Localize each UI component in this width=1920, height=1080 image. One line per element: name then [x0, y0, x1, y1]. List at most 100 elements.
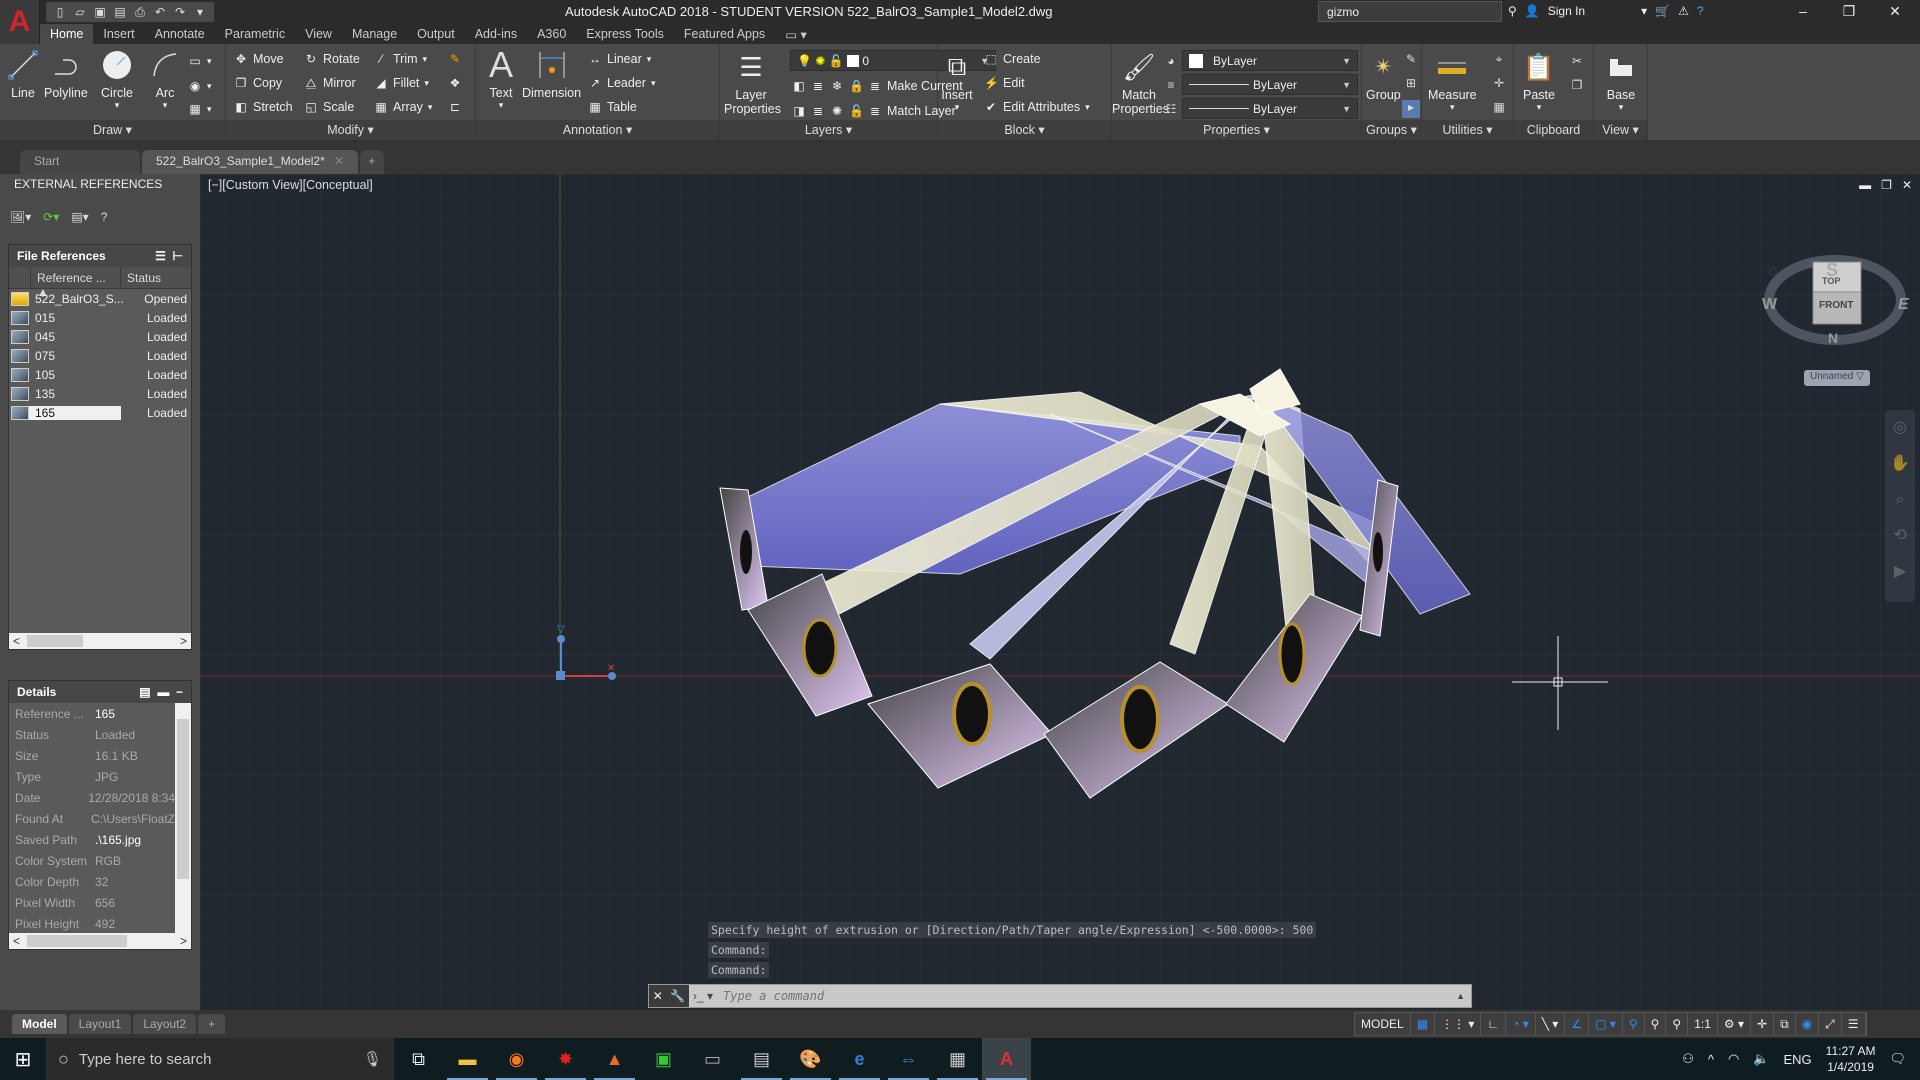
- layer-lock-icon[interactable]: 🔒: [849, 79, 864, 93]
- monitor-icon[interactable]: ▦: [933, 1038, 982, 1080]
- view-panel-title[interactable]: View ▾: [1594, 120, 1647, 140]
- doc-tab-start[interactable]: Start: [20, 150, 140, 174]
- teamviewer-icon[interactable]: ⇔: [884, 1038, 933, 1080]
- model-space-button[interactable]: MODEL: [1355, 1013, 1411, 1035]
- object-snap-icon[interactable]: ▢ ▾: [1589, 1013, 1623, 1035]
- lineweight-dropdown[interactable]: ByLayer ▼: [1182, 74, 1358, 95]
- ribbon-tab-insert[interactable]: Insert: [93, 24, 144, 44]
- snap-icon[interactable]: ⋮⋮ ▾: [1435, 1013, 1482, 1035]
- firefox-icon[interactable]: ◉: [492, 1038, 541, 1080]
- line-button[interactable]: Line: [6, 48, 40, 100]
- open-icon[interactable]: ▱: [72, 5, 88, 19]
- paint-icon[interactable]: 🎨: [786, 1038, 835, 1080]
- trim-button[interactable]: ⁄ Trim ▾: [374, 52, 427, 66]
- volume-icon[interactable]: 🔈: [1753, 1051, 1769, 1067]
- refresh-icon[interactable]: ⟳▾: [43, 210, 59, 224]
- cmd-icon[interactable]: ▤: [737, 1038, 786, 1080]
- table-button[interactable]: ▦ Table: [588, 100, 637, 114]
- new-layout-button[interactable]: +: [198, 1014, 226, 1034]
- hatch-button[interactable]: ◉ ▾: [188, 79, 212, 93]
- task-view-icon[interactable]: ⧉: [394, 1038, 443, 1080]
- ortho-icon[interactable]: ∟: [1481, 1013, 1507, 1035]
- terminal-icon[interactable]: ▭: [688, 1038, 737, 1080]
- horizontal-scrollbar[interactable]: < >: [9, 633, 191, 649]
- file-reference-row[interactable]: 135 Loaded: [9, 384, 191, 403]
- layout-tab-model[interactable]: Model: [12, 1014, 67, 1034]
- file-reference-row[interactable]: 105 Loaded: [9, 365, 191, 384]
- id-point-icon[interactable]: ✛: [1492, 76, 1506, 90]
- group-edit-icon[interactable]: ⊞: [1404, 76, 1418, 90]
- properties-panel-title[interactable]: Properties ▾: [1112, 120, 1361, 140]
- file-reference-row[interactable]: 045 Loaded: [9, 327, 191, 346]
- file-reference-row[interactable]: 522_BalrO3_S... Opened: [9, 289, 191, 308]
- plot-icon[interactable]: ⎙: [132, 5, 148, 19]
- leader-button[interactable]: ↗ Leader ▾: [588, 76, 656, 90]
- edit-block-button[interactable]: ⚡ Edit: [984, 76, 1025, 90]
- layer-on-all-icon[interactable]: ◨: [792, 104, 806, 118]
- column-header-reference[interactable]: Reference ... ▲: [31, 267, 121, 299]
- annotation-panel-title[interactable]: Annotation ▾: [476, 120, 719, 140]
- viewport-minimize-button[interactable]: ▬: [1859, 178, 1871, 192]
- layout-tab-layout2[interactable]: Layout2: [133, 1014, 197, 1034]
- layer-thaw-all-icon[interactable]: ✺: [830, 104, 844, 118]
- save-icon[interactable]: ▣: [92, 5, 108, 19]
- close-command-line-icon[interactable]: ✕: [653, 989, 663, 1003]
- preview-icon[interactable]: ▬: [157, 685, 169, 699]
- workspace-gear-icon[interactable]: ⚙ ▾: [1718, 1013, 1752, 1035]
- utilities-panel-title[interactable]: Utilities ▾: [1422, 120, 1513, 140]
- linear-button[interactable]: ↔ Linear ▾: [588, 52, 651, 66]
- ribbon-tab-addins[interactable]: Add-ins: [465, 24, 527, 44]
- stretch-button[interactable]: ◧ Stretch: [234, 100, 292, 114]
- annotation-monitor-icon[interactable]: ✛: [1751, 1013, 1775, 1035]
- autodesk-exchange-icon[interactable]: ⚠: [1678, 4, 1689, 18]
- wifi-icon[interactable]: ◠: [1728, 1051, 1739, 1067]
- fillet-button[interactable]: ◢ Fillet ▾: [374, 76, 429, 90]
- sign-in-label[interactable]: Sign In: [1548, 4, 1585, 18]
- showmotion-icon[interactable]: ▶: [1885, 554, 1915, 590]
- offset-button[interactable]: ⊏: [448, 100, 462, 114]
- calculator-icon[interactable]: ▦: [1492, 100, 1506, 114]
- clipboard-panel-title[interactable]: Clipboard: [1514, 120, 1593, 140]
- boundary-button[interactable]: ▦ ▾: [188, 102, 211, 116]
- column-header-status[interactable]: Status: [121, 267, 167, 288]
- close-button[interactable]: ✕: [1872, 0, 1918, 24]
- block-panel-title[interactable]: Block ▾: [938, 120, 1111, 140]
- vertical-scrollbar[interactable]: [175, 703, 191, 933]
- ribbon-tab-output[interactable]: Output: [407, 24, 465, 44]
- ribbon-tab-express-tools[interactable]: Express Tools: [576, 24, 674, 44]
- microphone-icon[interactable]: 🎙: [363, 1050, 382, 1068]
- viewcube-north[interactable]: N: [1828, 330, 1838, 346]
- layout-tab-layout1[interactable]: Layout1: [68, 1014, 132, 1034]
- create-block-button[interactable]: ⬚ Create: [984, 52, 1040, 66]
- ribbon-tab-manage[interactable]: Manage: [342, 24, 407, 44]
- layer-freeze-icon[interactable]: ❄: [830, 79, 844, 93]
- viewcube-front-face[interactable]: FRONT: [1819, 300, 1853, 311]
- insert-button[interactable]: ⧉ Insert ▾: [940, 50, 974, 113]
- ribbon-tab-featured-apps[interactable]: Featured Apps: [674, 24, 775, 44]
- ribbon-tab-view[interactable]: View: [295, 24, 342, 44]
- zoom-extents-icon[interactable]: ⌕: [1885, 482, 1915, 518]
- text-button[interactable]: A Text ▾: [484, 44, 518, 111]
- action-center-icon[interactable]: 🗨: [1889, 1051, 1906, 1067]
- drawing-viewport[interactable]: ▽ ✕ [−][Custom View][Conceptual] ▬ ❐ ✕ S…: [200, 174, 1920, 1010]
- viewport-controls-label[interactable]: [−][Custom View][Conceptual]: [208, 178, 373, 192]
- layer-isolate-icon[interactable]: ≣: [811, 79, 825, 93]
- clock[interactable]: 11:27 AM 1/4/2019: [1826, 1043, 1876, 1075]
- edit-attributes-button[interactable]: ✔ Edit Attributes ▾: [984, 100, 1090, 114]
- grid-icon[interactable]: ▦: [1411, 1013, 1436, 1035]
- ribbon-tab-home[interactable]: Home: [40, 24, 94, 44]
- help-search-input[interactable]: [1318, 1, 1502, 22]
- layer-properties-button[interactable]: ☰ Layer Properties: [724, 50, 781, 117]
- chevron-down-icon[interactable]: ▾: [1641, 4, 1647, 18]
- edge-icon[interactable]: e: [835, 1038, 884, 1080]
- annotation-scale-dropdown[interactable]: 1:1: [1688, 1013, 1718, 1035]
- circle-button[interactable]: Circle ▾: [100, 48, 134, 111]
- layer-unisolate-icon[interactable]: ≣: [811, 104, 825, 118]
- rotate-button[interactable]: ↻ Rotate: [304, 52, 360, 66]
- isodraft-icon[interactable]: ╲ ▾: [1536, 1013, 1566, 1035]
- array-button[interactable]: ▦ Array ▾: [374, 100, 432, 114]
- groups-panel-title[interactable]: Groups ▾: [1362, 120, 1421, 140]
- help-icon[interactable]: ?: [101, 210, 108, 224]
- mirror-button[interactable]: ⧋ Mirror: [304, 76, 356, 90]
- measure-button[interactable]: Measure ▾: [1428, 50, 1477, 113]
